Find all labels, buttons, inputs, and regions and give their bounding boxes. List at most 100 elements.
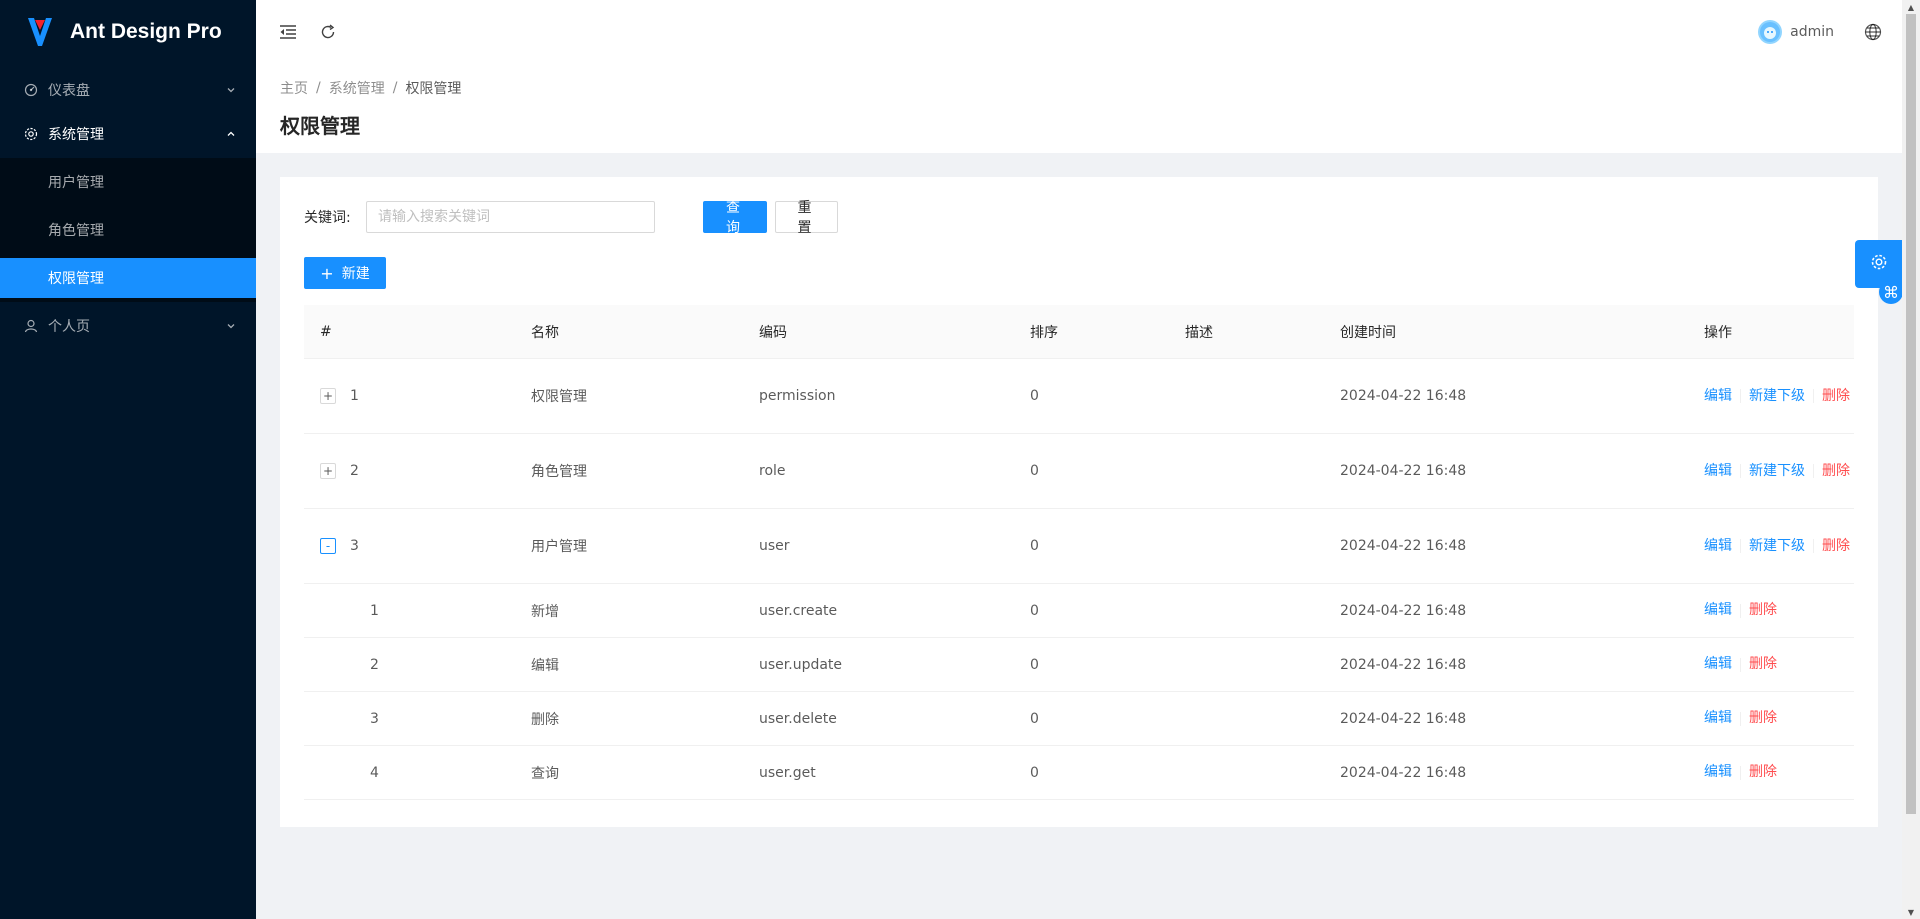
edit-link[interactable]: 编辑 [1704, 600, 1732, 621]
page-header: 主页 / 系统管理 / 权限管理 权限管理 [256, 64, 1902, 153]
sidebar-item-label: 系统管理 [48, 127, 104, 143]
row-index-cell: + 1 [304, 388, 531, 404]
sidebar-item-roles[interactable]: 角色管理 [0, 210, 256, 250]
page-title: 权限管理 [280, 114, 360, 138]
edit-link[interactable]: 编辑 [1704, 654, 1732, 675]
new-button[interactable]: + 新建 [304, 257, 386, 289]
row-index: 2 [350, 463, 359, 479]
edit-link[interactable]: 编辑 [1704, 536, 1732, 557]
expand-icon[interactable]: + [320, 463, 336, 479]
username[interactable]: admin [1790, 24, 1834, 40]
expand-icon[interactable]: + [320, 388, 336, 404]
column-header-ops: 操作 [1704, 324, 1732, 341]
top-header: admin [256, 0, 1902, 64]
edit-link[interactable]: 编辑 [1704, 708, 1732, 729]
app-title: Ant Design Pro [70, 20, 222, 43]
row-index: 3 [350, 538, 359, 554]
row-index: 1 [350, 388, 359, 404]
add-child-link[interactable]: 新建下级 [1749, 386, 1805, 407]
delete-link[interactable]: 删除 [1822, 386, 1850, 407]
row-index: 3 [370, 710, 379, 727]
search-form: 关键词: 查询 重置 [304, 200, 1854, 236]
scroll-up-icon[interactable]: ▲ [1906, 2, 1916, 12]
row-name: 角色管理 [531, 464, 587, 480]
reset-button[interactable]: 重置 [775, 200, 838, 236]
setting-icon [24, 127, 38, 141]
row-name: 删除 [531, 711, 559, 728]
logo-icon [28, 18, 52, 46]
row-code: user.update [759, 656, 843, 673]
edit-link[interactable]: 编辑 [1704, 762, 1732, 783]
delete-link[interactable]: 删除 [1822, 536, 1850, 557]
row-time: 2024-04-22 16:48 [1340, 463, 1467, 479]
permission-table: # 名称 编码 排序 描述 创建时间 操作 + 1 权限管理 permissio… [304, 305, 1854, 800]
row-index-cell: - 3 [304, 538, 531, 554]
scrollbar-thumb[interactable] [1906, 14, 1916, 814]
command-icon[interactable]: ⌘ [1879, 280, 1903, 304]
column-header-index: # [320, 323, 332, 340]
breadcrumb-separator: / [316, 80, 321, 96]
row-ops: 编辑 删除 [1704, 654, 1854, 675]
delete-link[interactable]: 删除 [1749, 600, 1777, 621]
column-header-code: 编码 [759, 324, 787, 341]
divider [1740, 711, 1741, 726]
divider [1813, 464, 1814, 478]
scroll-down-icon[interactable]: ▼ [1906, 907, 1916, 917]
row-name: 权限管理 [531, 389, 587, 405]
breadcrumb-system[interactable]: 系统管理 [329, 78, 385, 98]
submenu-system: 用户管理 角色管理 权限管理 [0, 158, 256, 302]
sidebar-item-system[interactable]: 系统管理 [0, 114, 256, 154]
avatar[interactable] [1758, 20, 1783, 44]
page-scrollbar[interactable]: ▲ ▼ [1902, 0, 1920, 919]
keyword-input[interactable] [366, 201, 655, 233]
breadcrumb-current: 权限管理 [405, 81, 462, 97]
header-right: admin [1758, 0, 1902, 64]
table-row-child: 2 编辑 user.update 0 2024-04-22 16:48 编辑 删除 [304, 638, 1854, 692]
globe-icon[interactable] [1864, 23, 1882, 41]
breadcrumb-home[interactable]: 主页 [280, 78, 308, 98]
collapse-icon[interactable]: - [320, 538, 336, 554]
table-row: + 1 权限管理 permission 0 2024-04-22 16:48 编… [304, 359, 1854, 434]
logo[interactable]: Ant Design Pro [0, 0, 256, 64]
keyword-label: 关键词: [304, 210, 351, 226]
breadcrumb: 主页 / 系统管理 / 权限管理 [280, 78, 1878, 98]
sidebar-item-label: 权限管理 [48, 271, 104, 287]
add-child-link[interactable]: 新建下级 [1749, 536, 1805, 557]
row-sort: 0 [1030, 538, 1039, 554]
table-row-child: 3 删除 user.delete 0 2024-04-22 16:48 编辑 删除 [304, 692, 1854, 746]
breadcrumb-separator: / [392, 80, 398, 96]
row-name: 查询 [531, 765, 559, 782]
sidebar-item-label: 用户管理 [48, 175, 104, 191]
divider [1740, 603, 1741, 618]
row-name: 编辑 [531, 657, 559, 674]
query-button[interactable]: 查询 [703, 200, 767, 236]
row-index: 4 [370, 764, 379, 781]
gear-icon [1870, 253, 1888, 275]
row-time: 2024-04-22 16:48 [1340, 538, 1467, 554]
sidebar-item-label: 仪表盘 [48, 83, 90, 99]
delete-link[interactable]: 删除 [1822, 461, 1850, 482]
table-row: + 2 角色管理 role 0 2024-04-22 16:48 编辑 新建下级 … [304, 434, 1854, 509]
row-ops: 编辑 删除 [1704, 600, 1854, 621]
edit-link[interactable]: 编辑 [1704, 386, 1732, 407]
row-time: 2024-04-22 16:48 [1340, 764, 1467, 781]
row-code: user.create [759, 602, 838, 619]
menu-fold-icon[interactable] [278, 22, 298, 42]
divider [1813, 389, 1814, 403]
add-child-link[interactable]: 新建下级 [1749, 461, 1805, 482]
delete-link[interactable]: 删除 [1749, 654, 1777, 675]
row-index-cell: + 2 [304, 463, 531, 479]
reload-icon[interactable] [318, 22, 338, 42]
sidebar-item-profile[interactable]: 个人页 [0, 306, 256, 346]
plus-icon: + [320, 263, 334, 283]
delete-link[interactable]: 删除 [1749, 762, 1777, 783]
row-sort: 0 [1030, 388, 1039, 404]
dashboard-icon [24, 83, 38, 97]
edit-link[interactable]: 编辑 [1704, 461, 1732, 482]
sidebar-item-users[interactable]: 用户管理 [0, 162, 256, 202]
delete-link[interactable]: 删除 [1749, 708, 1777, 729]
sidebar-item-permissions[interactable]: 权限管理 [0, 258, 256, 298]
sidebar-item-dashboard[interactable]: 仪表盘 [0, 70, 256, 110]
row-code: user.get [759, 764, 816, 781]
new-button-label: 新建 [341, 266, 370, 282]
